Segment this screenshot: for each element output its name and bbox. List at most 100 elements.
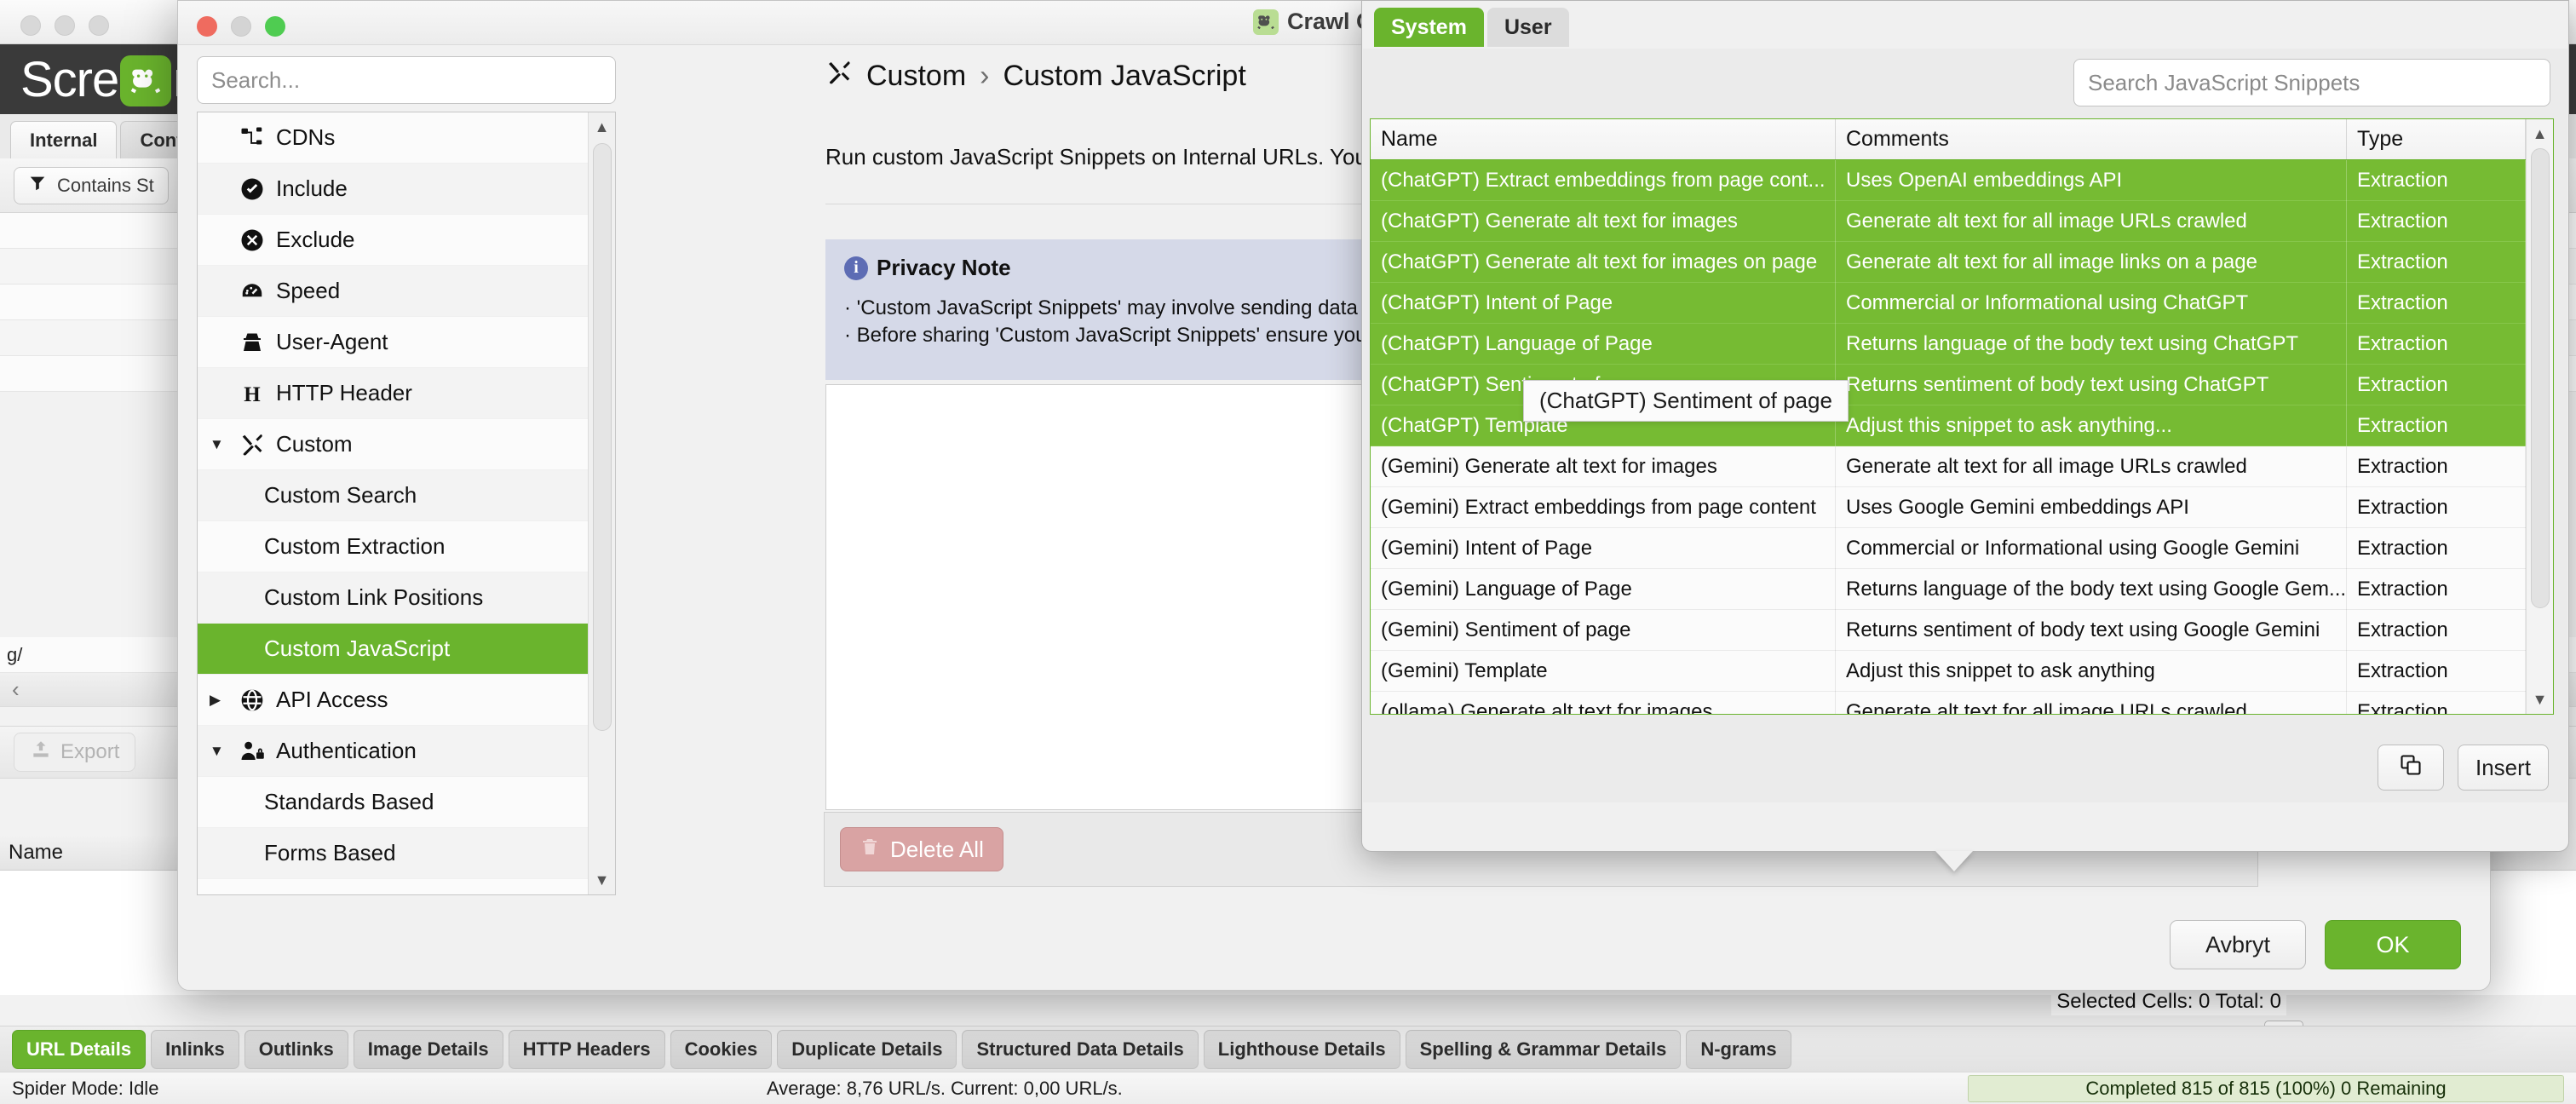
bottom-tab-inlinks[interactable]: Inlinks (151, 1029, 239, 1069)
tab-system[interactable]: System (1374, 8, 1484, 47)
filter-icon (28, 174, 47, 198)
sidebar-item-user-agent[interactable]: User-Agent (198, 317, 589, 368)
spider-mode-status: Spider Mode: Idle (12, 1077, 159, 1099)
sidebar-item-api-access[interactable]: ▶ API Access (198, 675, 589, 726)
table-row[interactable]: (ChatGPT) Generate alt text for images o… (1371, 241, 2526, 283)
sidebar-item-standards-based[interactable]: Standards Based (198, 777, 589, 828)
breadcrumb-parent[interactable]: Custom (866, 60, 966, 93)
expand-arrow-down-icon[interactable]: ▼ (210, 436, 233, 453)
maximize-window-button[interactable] (89, 15, 109, 36)
sidebar-item-label: Custom (276, 431, 353, 457)
bottom-tab-spelling-grammar-details[interactable]: Spelling & Grammar Details (1405, 1029, 1682, 1069)
table-row[interactable]: (Gemini) Intent of Page Commercial or In… (1371, 527, 2526, 569)
copy-icon (2399, 753, 2423, 783)
nav-scrollbar[interactable]: ▲ ▼ (588, 112, 615, 894)
sidebar-item-custom-search[interactable]: Custom Search (198, 470, 589, 521)
insert-button[interactable]: Insert (2457, 745, 2549, 791)
page-title: Custom JavaScript (1003, 60, 1246, 92)
sidebar-item-custom-javascript[interactable]: Custom JavaScript (198, 624, 589, 675)
bottom-tab-outlinks[interactable]: Outlinks (244, 1029, 348, 1069)
table-row[interactable]: (ChatGPT) Intent of Page Commercial or I… (1371, 282, 2526, 324)
cell-type: Extraction (2347, 446, 2526, 487)
tools-icon (825, 59, 853, 94)
sidebar-item-authentication[interactable]: ▼ Authentication (198, 726, 589, 777)
app-window-controls[interactable] (20, 15, 109, 36)
sidebar-item-custom[interactable]: ▼ Custom (198, 419, 589, 470)
scroll-down-icon[interactable]: ▼ (589, 865, 615, 894)
cell-comments: Adjust this snippet to ask anything... (1836, 405, 2347, 446)
column-header-name[interactable]: Name (1371, 119, 1836, 159)
minimize-window-button[interactable] (55, 15, 75, 36)
bottom-tab-url-details[interactable]: URL Details (12, 1029, 147, 1069)
bottom-tab-lighthouse-details[interactable]: Lighthouse Details (1203, 1029, 1400, 1069)
row-tooltip: (ChatGPT) Sentiment of page (1523, 380, 1849, 422)
column-header-comments[interactable]: Comments (1836, 119, 2347, 159)
table-row[interactable]: (ollama) Generate alt text for images Ge… (1371, 691, 2526, 714)
scroll-up-icon[interactable]: ▲ (2527, 119, 2553, 148)
table-row[interactable]: (ChatGPT) Extract embeddings from page c… (1371, 159, 2526, 201)
tab-internal[interactable]: Internal (10, 121, 118, 158)
copy-button[interactable] (2377, 745, 2444, 791)
crawl-rate-status: Average: 8,76 URL/s. Current: 0,00 URL/s… (767, 1077, 1123, 1099)
cell-type: Extraction (2347, 568, 2526, 610)
cell-name: (Gemini) Language of Page (1371, 568, 1836, 610)
bottom-tab-n-grams[interactable]: N-grams (1686, 1029, 1791, 1069)
scroll-up-icon[interactable]: ▲ (589, 112, 615, 141)
expand-arrow-right-icon[interactable]: ▶ (210, 692, 233, 709)
sidebar-item-speed[interactable]: Speed (198, 266, 589, 317)
bottom-tab-duplicate-details[interactable]: Duplicate Details (777, 1029, 957, 1069)
sidebar-item-custom-link-positions[interactable]: Custom Link Positions (198, 572, 589, 624)
cell-comments: Returns sentiment of body text using Cha… (1836, 364, 2347, 405)
sidebar-item-label: Speed (276, 278, 341, 303)
sidebar-item-cdns[interactable]: CDNs (198, 112, 589, 164)
bottom-tab-cookies[interactable]: Cookies (670, 1029, 773, 1069)
cell-comments: Commercial or Informational using ChatGP… (1836, 282, 2347, 324)
snippet-search-input[interactable] (2073, 59, 2550, 106)
bottom-tab-bar[interactable]: URL Details Inlinks Outlinks Image Detai… (0, 1026, 2576, 1072)
table-row[interactable]: (Gemini) Extract embeddings from page co… (1371, 486, 2526, 528)
close-window-button[interactable] (20, 15, 41, 36)
scrollbar-thumb[interactable] (2531, 148, 2550, 608)
sidebar-item-exclude[interactable]: Exclude (198, 215, 589, 266)
export-button[interactable]: Export (14, 733, 136, 772)
scroll-down-icon[interactable]: ▼ (2527, 685, 2553, 714)
scrollbar-thumb[interactable] (593, 143, 612, 731)
popup-tab-bar[interactable]: System User (1374, 8, 1569, 47)
filter-dropdown[interactable]: Contains St (14, 166, 169, 204)
user-lock-icon (233, 739, 271, 764)
cell-name: (Gemini) Generate alt text for images (1371, 446, 1836, 487)
delete-all-button[interactable]: Delete All (840, 827, 1003, 871)
table-row[interactable]: (ChatGPT) Language of Page Returns langu… (1371, 323, 2526, 365)
table-row[interactable]: (Gemini) Template Adjust this snippet to… (1371, 650, 2526, 692)
sidebar-item-include[interactable]: Include (198, 164, 589, 215)
tab-user[interactable]: User (1486, 8, 1569, 47)
snippets-table-scrollbar[interactable]: ▲ ▼ (2526, 119, 2553, 714)
sidebar-item-forms-based[interactable]: Forms Based (198, 828, 589, 879)
sidebar-item-http-header[interactable]: H HTTP Header (198, 368, 589, 419)
cell-comments: Adjust this snippet to ask anything (1836, 650, 2347, 692)
settings-nav-tree[interactable]: CDNs Include Exclude Speed User-Agent H … (197, 112, 616, 895)
cell-comments: Returns language of the body text using … (1836, 323, 2347, 365)
cell-comments: Commercial or Informational using Google… (1836, 527, 2347, 569)
tools-icon (233, 432, 271, 457)
globe-icon (233, 687, 271, 713)
trash-icon (860, 837, 880, 863)
cancel-button[interactable]: Avbryt (2170, 920, 2306, 969)
cell-type: Extraction (2347, 405, 2526, 446)
ok-button[interactable]: OK (2325, 920, 2461, 969)
bottom-tab-http-headers[interactable]: HTTP Headers (508, 1029, 665, 1069)
bottom-tab-image-details[interactable]: Image Details (353, 1029, 503, 1069)
snippets-table-rows: (ChatGPT) Extract embeddings from page c… (1371, 159, 2526, 714)
table-row[interactable]: (Gemini) Language of Page Returns langua… (1371, 568, 2526, 610)
expand-arrow-down-icon[interactable]: ▼ (210, 743, 233, 760)
search-input[interactable] (197, 56, 616, 104)
sidebar-item-custom-extraction[interactable]: Custom Extraction (198, 521, 589, 572)
bottom-tab-structured-data-details[interactable]: Structured Data Details (962, 1029, 1199, 1069)
sidebar-item-label: Custom JavaScript (264, 635, 451, 661)
cell-type: Extraction (2347, 323, 2526, 365)
cell-type: Extraction (2347, 364, 2526, 405)
table-row[interactable]: (ChatGPT) Generate alt text for images G… (1371, 200, 2526, 242)
table-row[interactable]: (Gemini) Generate alt text for images Ge… (1371, 446, 2526, 487)
table-row[interactable]: (Gemini) Sentiment of page Returns senti… (1371, 609, 2526, 651)
column-header-type[interactable]: Type (2347, 119, 2526, 159)
